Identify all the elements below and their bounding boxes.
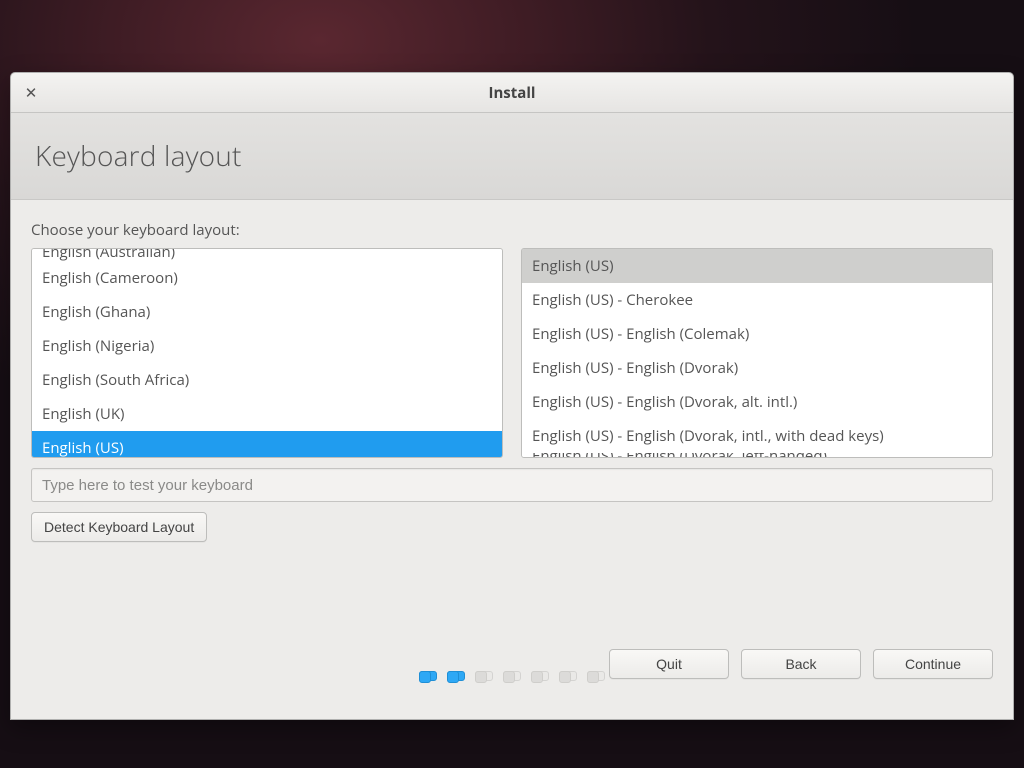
progress-dot [559,671,577,681]
progress-dot [587,671,605,681]
variant-list[interactable]: English (US) English (US) - Cherokee Eng… [521,248,993,458]
progress-dot [503,671,521,681]
list-item[interactable]: English (US) - English (Dvorak, alt. int… [522,385,992,419]
titlebar: ✕ Install [11,73,1013,113]
list-item[interactable]: English (UK) [32,397,502,431]
list-item[interactable]: English (Nigeria) [32,329,502,363]
content-area: Choose your keyboard layout: English (Au… [11,200,1013,719]
layout-columns: English (Australian) English (Cameroon) … [31,248,993,458]
list-item[interactable]: English (US) - English (Dvorak, left-han… [522,453,992,458]
progress-dot [531,671,549,681]
list-item[interactable]: English (Ghana) [32,295,502,329]
close-icon[interactable]: ✕ [19,81,43,105]
installer-window: ✕ Install Keyboard layout Choose your ke… [10,72,1014,720]
progress-indicator [11,671,1013,681]
detect-row: Detect Keyboard Layout [31,512,993,542]
keyboard-test-input[interactable] [31,468,993,502]
list-item[interactable]: English (Cameroon) [32,261,502,295]
progress-dot [475,671,493,681]
list-item[interactable]: English (US) - English (Dvorak, intl., w… [522,419,992,453]
progress-dot [447,671,465,681]
list-item[interactable]: English (US) - English (Dvorak) [522,351,992,385]
progress-dot [419,671,437,681]
list-item[interactable]: English (South Africa) [32,363,502,397]
list-item[interactable]: English (US) - Cherokee [522,283,992,317]
list-item-selected[interactable]: English (US) [32,431,502,458]
page-heading: Keyboard layout [35,137,989,175]
detect-keyboard-button[interactable]: Detect Keyboard Layout [31,512,207,542]
window-title: Install [488,83,535,103]
choose-label: Choose your keyboard layout: [31,220,993,240]
list-item[interactable]: English (US) - English (Colemak) [522,317,992,351]
list-item-selected[interactable]: English (US) [522,249,992,283]
layout-list[interactable]: English (Australian) English (Cameroon) … [31,248,503,458]
list-item[interactable]: English (Australian) [32,249,502,261]
page-header: Keyboard layout [11,113,1013,200]
